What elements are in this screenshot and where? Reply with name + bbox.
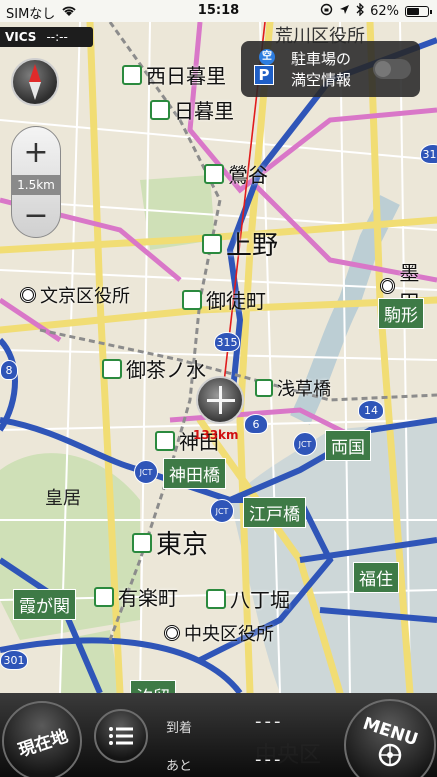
current-location-label: 現在地 <box>15 725 71 761</box>
place-label: 皇居 <box>45 488 81 509</box>
train-icon <box>150 99 170 120</box>
road-sign-label: 江戸橋 <box>243 497 306 528</box>
road-sign-label: 神田橋 <box>163 458 226 489</box>
map-crosshair-cursor[interactable] <box>196 376 244 424</box>
current-location-button[interactable]: 現在地 <box>2 701 82 777</box>
station-label: 御徒町 <box>182 285 266 314</box>
toggle-knob <box>375 61 391 77</box>
zoom-out-button[interactable]: − <box>12 195 60 235</box>
jct-marker: JCT <box>134 460 158 484</box>
train-icon <box>202 233 222 254</box>
parking-letter: P <box>254 65 274 85</box>
battery-percent: 62% <box>370 4 399 19</box>
list-button[interactable] <box>94 709 148 763</box>
remaining-label: あと <box>166 759 193 774</box>
menu-button[interactable]: MENU <box>344 699 436 777</box>
station-label: 御茶ノ水 <box>102 354 206 383</box>
train-icon <box>255 379 273 397</box>
zoom-in-button[interactable]: + <box>12 132 60 172</box>
parking-icon: 空 P <box>254 49 276 85</box>
ward-office-icon <box>380 278 396 294</box>
compass-needle-icon <box>29 64 41 100</box>
station-label: 鶯谷 <box>204 159 268 188</box>
distance-label: 133km <box>193 428 239 442</box>
route-shield: 14 <box>358 400 384 420</box>
bluetooth-icon <box>356 2 365 20</box>
steering-wheel-icon <box>378 743 402 767</box>
route-shield: 315 <box>214 332 240 352</box>
vics-indicator: VICS --:-- <box>0 27 93 47</box>
jct-marker: JCT <box>293 432 317 456</box>
ward-office-label: 中央区役所 <box>164 620 274 646</box>
train-icon <box>206 588 226 609</box>
arrival-label: 到着 <box>166 721 193 736</box>
status-bar: SIMなし 15:18 62% <box>0 0 437 22</box>
road-sign-label: 福住 <box>353 562 399 593</box>
road-sign-label: 両国 <box>325 430 371 461</box>
parking-panel-line2: 満空情報 <box>291 71 352 89</box>
station-label: 西日暮里 <box>122 60 226 89</box>
vics-label: VICS <box>5 30 37 44</box>
station-label: 上野 <box>202 225 278 262</box>
route-shield: 314 <box>420 144 437 164</box>
route-shield: 301 <box>0 650 28 670</box>
station-label: 東京 <box>132 524 208 561</box>
ward-office-icon <box>20 287 36 303</box>
jct-marker: JCT <box>210 499 234 523</box>
route-shield: 8 <box>0 360 18 380</box>
train-icon <box>204 163 224 184</box>
parking-vacancy-badge: 空 <box>259 49 275 65</box>
vics-time: --:-- <box>46 30 68 44</box>
parking-panel-line1: 駐車場の <box>291 50 352 68</box>
train-icon <box>122 64 142 85</box>
compass-button[interactable] <box>11 58 59 106</box>
location-arrow-icon <box>339 4 350 19</box>
train-icon <box>182 289 202 310</box>
train-icon <box>94 586 114 607</box>
parking-availability-panel[interactable]: 空 P 駐車場の 満空情報 <box>241 41 420 97</box>
station-label: 八丁堀 <box>206 584 290 613</box>
orientation-lock-icon <box>320 3 333 20</box>
train-icon <box>132 532 152 553</box>
route-shield: 6 <box>244 414 268 434</box>
remaining-value: --- <box>255 749 284 770</box>
zoom-control: + 1.5km − <box>11 126 61 238</box>
station-label: 日暮里 <box>150 95 234 124</box>
parking-toggle[interactable] <box>373 59 411 79</box>
map-canvas[interactable]: 荒川区役所 西日暮里 日暮里 鶯谷 上野 御徒町 御茶ノ水 浅草橋 神田 東京 … <box>0 22 437 693</box>
map-labels: 荒川区役所 西日暮里 日暮里 鶯谷 上野 御徒町 御茶ノ水 浅草橋 神田 東京 … <box>0 22 437 693</box>
parking-panel-text: 駐車場の 満空情報 <box>291 49 351 91</box>
ward-office-label: 文京区役所 <box>20 282 130 308</box>
train-icon <box>155 430 175 451</box>
arrival-value: --- <box>255 711 284 732</box>
list-icon <box>109 727 133 745</box>
road-sign-label: 霞が関 <box>13 589 76 620</box>
battery-icon <box>405 6 432 17</box>
road-sign-label: 駒形 <box>378 298 424 329</box>
map-scale-label: 1.5km <box>12 175 60 195</box>
bottom-bar: 中央区 現在地 到着 --- あと --- MENU <box>0 693 437 777</box>
station-label: 浅草橋 <box>255 375 331 401</box>
train-icon <box>102 358 122 379</box>
ward-office-icon <box>164 625 180 641</box>
station-label: 有楽町 <box>94 582 178 611</box>
road-sign-label: 汐留 <box>130 680 176 693</box>
